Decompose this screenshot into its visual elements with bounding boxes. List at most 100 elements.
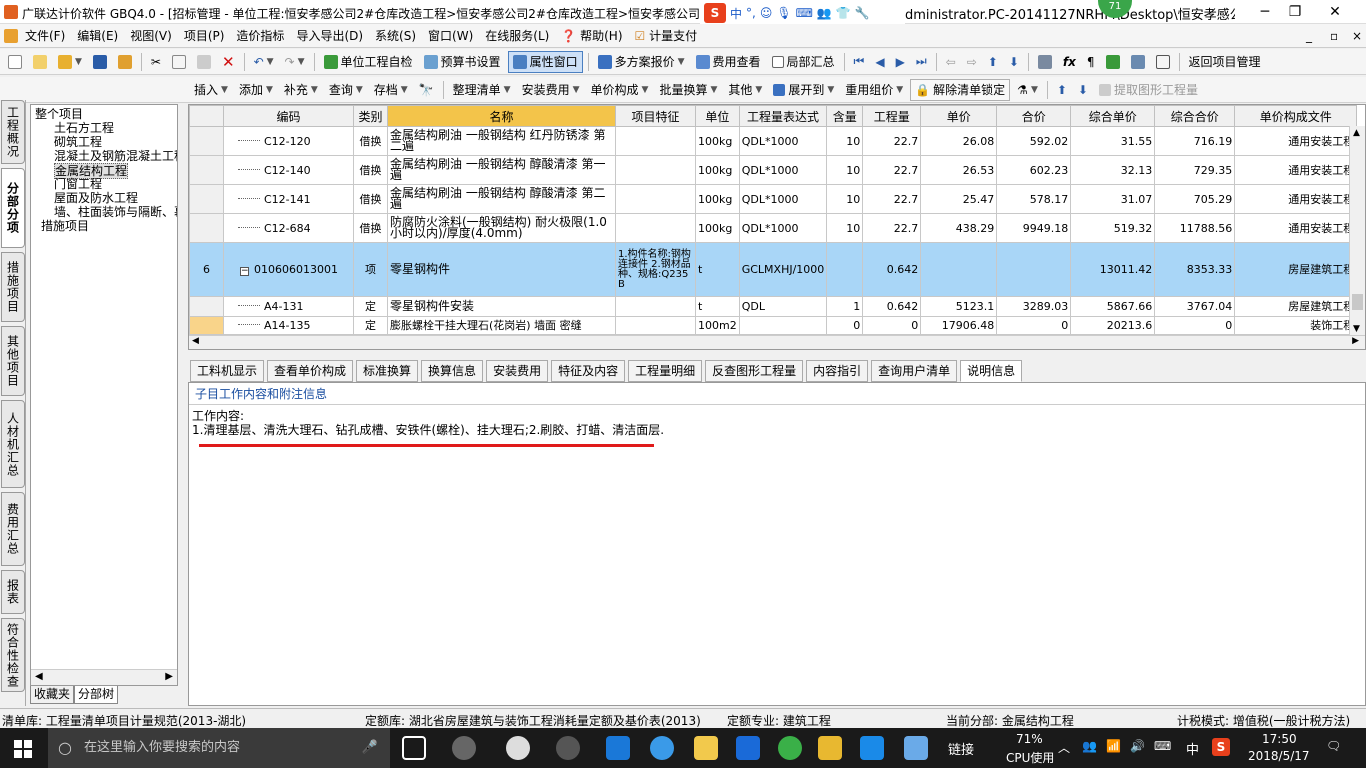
ime-tray[interactable]: 中: [1186, 739, 1199, 758]
cell-code[interactable]: C12-120: [223, 126, 354, 156]
cell-expr[interactable]: [738, 316, 828, 335]
windows-start-icon[interactable]: [14, 740, 32, 758]
tab-standard-convert[interactable]: 标准换算: [356, 360, 419, 382]
last-button[interactable]: ⏭: [912, 51, 931, 73]
cell-type[interactable]: 借换: [353, 213, 388, 243]
row-number[interactable]: [189, 126, 224, 156]
return-project-button[interactable]: 返回项目管理: [1185, 51, 1265, 73]
tab-project-overview[interactable]: 工程概况: [1, 100, 25, 164]
mdi-close-button[interactable]: ×: [1352, 29, 1362, 43]
table-row[interactable]: A14-135 定膨胀螺栓干挂大理石(花岗岩) 墙面 密缝 100m2 0 0 17906…: [189, 316, 1358, 335]
cell-price[interactable]: 17906.48: [920, 316, 998, 335]
cell-qty[interactable]: 22.7: [862, 155, 922, 185]
notification-icon[interactable]: 🗨: [1326, 739, 1341, 753]
tree-item[interactable]: 砌筑工程: [54, 135, 102, 149]
insert-button[interactable]: 插入 ▼: [190, 79, 232, 101]
cell-cprice[interactable]: 20213.6: [1070, 316, 1156, 335]
grid-horizontal-scrollbar[interactable]: ◀ ▶: [189, 335, 1365, 349]
cell-ctotal[interactable]: 11788.56: [1154, 213, 1236, 243]
menu-import-export[interactable]: 导入导出(D): [291, 27, 368, 44]
multi-plan-quote-button[interactable]: 多方案报价 ▼: [594, 51, 689, 73]
cell-cprice[interactable]: 31.55: [1070, 126, 1156, 156]
delete-button[interactable]: ✕: [218, 51, 239, 73]
cube-button[interactable]: [1102, 51, 1124, 73]
cell-content[interactable]: 10: [826, 155, 864, 185]
cell-feature[interactable]: [615, 184, 696, 214]
cell-name[interactable]: 金属结构刷油 一般钢结构 红丹防锈漆 第二遍: [387, 126, 616, 156]
menu-online[interactable]: 在线服务(L): [480, 27, 554, 44]
briefcase-app-icon[interactable]: [904, 736, 928, 760]
cell-content[interactable]: 0: [826, 316, 864, 335]
cell-feature[interactable]: [615, 126, 696, 156]
cell-code[interactable]: C12-140: [223, 155, 354, 185]
header-price[interactable]: 单价: [920, 105, 998, 127]
header-unit[interactable]: 单位: [695, 105, 740, 127]
cell-name[interactable]: 膨胀螺栓干挂大理石(花岗岩) 墙面 密缝: [387, 316, 616, 335]
cell-name[interactable]: 零星钢构件: [387, 242, 616, 297]
edge-icon[interactable]: [606, 736, 630, 760]
table-row[interactable]: C12-120 借换 金属结构刷油 一般钢结构 红丹防锈漆 第二遍 100kg QDL*…: [189, 126, 1358, 156]
table-row[interactable]: A4-131 定零星钢构件安装 t QDL 1 0.642 5123.1 3289.03 586…: [189, 296, 1358, 317]
ie-blue-icon[interactable]: [650, 736, 674, 760]
cell-content[interactable]: 1: [826, 296, 864, 317]
cell-file[interactable]: 房屋建筑工程: [1234, 296, 1358, 317]
header-type[interactable]: 类别: [353, 105, 388, 127]
fee-view-button[interactable]: 费用查看: [692, 51, 765, 73]
tree-item[interactable]: 屋面及防水工程: [54, 191, 138, 205]
cell-feature[interactable]: [615, 213, 696, 243]
sogou-tray-icon[interactable]: S: [1212, 738, 1230, 756]
menu-project[interactable]: 项目(P): [179, 27, 230, 44]
file-explorer-icon[interactable]: [694, 736, 718, 760]
tab-query-user-list[interactable]: 查询用户清单: [871, 360, 958, 382]
cell-feature[interactable]: [615, 316, 696, 335]
keyboard-tray-icon[interactable]: ⌨: [1154, 739, 1171, 753]
tab-reverse-graphic-qty[interactable]: 反查图形工程量: [705, 360, 804, 382]
save-button[interactable]: [89, 51, 111, 73]
cell-expr[interactable]: QDL*1000: [738, 155, 828, 185]
cell-qty[interactable]: 22.7: [862, 213, 922, 243]
new-file-button[interactable]: [4, 51, 26, 73]
chrome-icon[interactable]: [556, 736, 580, 760]
ime-mode[interactable]: 中: [730, 5, 742, 22]
tree-item[interactable]: 门窗工程: [54, 177, 102, 191]
cell-ctotal[interactable]: 705.29: [1154, 184, 1236, 214]
table-row[interactable]: C12-141 借换 金属结构刷油 一般钢结构 醇酸清漆 第二遍 100kg QDL*1…: [189, 184, 1358, 214]
organize-list-button[interactable]: 整理清单 ▼: [449, 79, 515, 101]
tab-other-items[interactable]: 其他项目: [1, 326, 25, 396]
tab-reports[interactable]: 报表: [1, 570, 25, 614]
menu-cost-index[interactable]: 造价指标: [231, 27, 289, 44]
tab-install-fee[interactable]: 安装费用: [486, 360, 549, 382]
wifi-icon[interactable]: 📶: [1106, 739, 1121, 753]
tab-labor-material-machine[interactable]: 人材机汇总: [1, 400, 25, 488]
cell-unit[interactable]: t: [695, 242, 740, 297]
volume-icon[interactable]: 🔊: [1130, 739, 1145, 753]
tree-item[interactable]: 混凝土及钢筋混凝土工程: [54, 149, 177, 163]
plus-app-icon[interactable]: [860, 736, 884, 760]
cell-expr[interactable]: QDL*1000: [738, 126, 828, 156]
row-number[interactable]: [189, 155, 224, 185]
cell-price[interactable]: [920, 242, 998, 297]
tray-link[interactable]: 链接: [948, 739, 974, 758]
cell-code[interactable]: A4-131: [223, 296, 354, 317]
row-down-button[interactable]: ⬇: [1074, 79, 1092, 101]
green-app-icon[interactable]: [778, 736, 802, 760]
save-all-button[interactable]: [114, 51, 136, 73]
menu-system[interactable]: 系统(S): [370, 27, 421, 44]
cell-ctotal[interactable]: 3767.04: [1154, 296, 1236, 317]
tab-measures[interactable]: 措施项目: [1, 252, 25, 322]
tree-root[interactable]: 整个项目: [35, 107, 83, 121]
budget-settings-button[interactable]: 预算书设置: [420, 51, 505, 73]
paste-button[interactable]: [193, 51, 215, 73]
tree-item[interactable]: 土石方工程: [54, 121, 114, 135]
cell-cprice[interactable]: 519.32: [1070, 213, 1156, 243]
mic-icon[interactable]: 🎙: [776, 6, 791, 20]
tree-item[interactable]: 措施项目: [41, 219, 89, 233]
menu-file[interactable]: 文件(F): [20, 27, 70, 44]
cell-unit[interactable]: 100kg: [695, 184, 740, 214]
tab-fee-summary[interactable]: 费用汇总: [1, 492, 25, 566]
cell-name[interactable]: 金属结构刷油 一般钢结构 醇酸清漆 第一遍: [387, 155, 616, 185]
supplement-button[interactable]: 补充 ▼: [280, 79, 322, 101]
cell-file[interactable]: 装饰工程: [1234, 316, 1358, 335]
cell-content[interactable]: 10: [826, 184, 864, 214]
undo-button[interactable]: ↶ ▼: [250, 51, 278, 73]
